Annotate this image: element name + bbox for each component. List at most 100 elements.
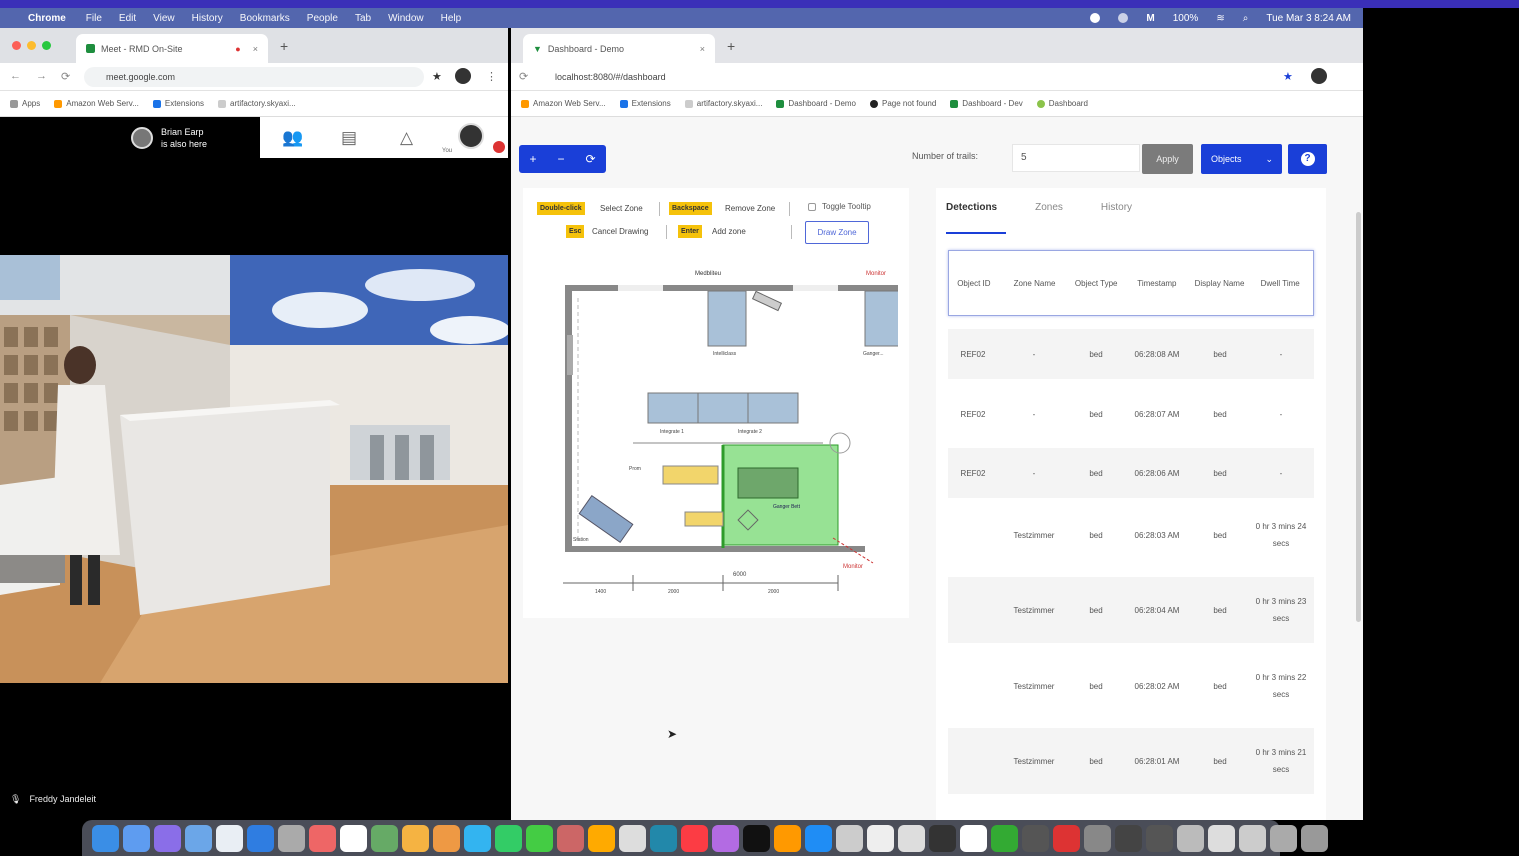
bed-top-right[interactable] bbox=[864, 290, 898, 347]
bed-top-left[interactable] bbox=[707, 290, 747, 347]
dock-app-icon[interactable] bbox=[681, 824, 708, 852]
table-row[interactable]: Testzimmer bed 06:28:02 AM bed 0 hr 3 mins 2… bbox=[948, 653, 1314, 719]
dock-app-icon[interactable] bbox=[1239, 824, 1266, 852]
menubar-app-name[interactable]: Chrome bbox=[28, 13, 66, 24]
dock-app-icon[interactable] bbox=[278, 824, 305, 852]
cart-small[interactable] bbox=[684, 511, 724, 527]
table-row[interactable]: Testzimmer bed 06:28:03 AM bed 0 hr 3 mins 2… bbox=[948, 502, 1314, 568]
dock-app-icon[interactable] bbox=[1301, 824, 1328, 852]
dock-app-icon[interactable] bbox=[216, 824, 243, 852]
bookmark-star-icon[interactable]: ★ bbox=[1283, 70, 1293, 83]
close-tab-icon[interactable]: × bbox=[253, 44, 258, 54]
table-row[interactable]: Testzimmer bed 06:28:04 AM bed 0 hr 3 mins 2… bbox=[948, 577, 1314, 643]
wifi-icon[interactable]: ≋ bbox=[1216, 13, 1224, 24]
toggle-tooltip-checkbox[interactable]: Toggle Tooltip bbox=[808, 202, 871, 211]
battery-level[interactable]: 100% bbox=[1173, 13, 1199, 24]
menu-edit[interactable]: Edit bbox=[119, 13, 136, 24]
column-header-timestamp[interactable]: Timestamp bbox=[1122, 275, 1192, 292]
bookmark-extensions[interactable]: Extensions bbox=[619, 99, 671, 108]
status-mail-icon[interactable]: M bbox=[1146, 13, 1154, 24]
column-header-object-type[interactable]: Object Type bbox=[1070, 275, 1122, 292]
dock-app-icon[interactable] bbox=[588, 824, 615, 852]
spotlight-search-icon[interactable]: ⌕ bbox=[1243, 13, 1249, 24]
more-menu-icon[interactable]: ⋮ bbox=[486, 70, 497, 83]
dock-app-icon[interactable] bbox=[743, 824, 770, 852]
profile-avatar[interactable] bbox=[455, 68, 471, 84]
dock-app-icon[interactable] bbox=[774, 824, 801, 852]
help-button[interactable]: ? bbox=[1288, 144, 1327, 174]
dock-app-icon[interactable] bbox=[1084, 824, 1111, 852]
close-window-icon[interactable] bbox=[12, 41, 21, 50]
dock-app-icon[interactable] bbox=[309, 824, 336, 852]
dock-app-icon[interactable] bbox=[960, 824, 987, 852]
tab-meet[interactable]: Meet - RMD On-Site ● × bbox=[76, 34, 268, 63]
dock-app-icon[interactable] bbox=[123, 824, 150, 852]
menu-bookmarks[interactable]: Bookmarks bbox=[240, 13, 290, 24]
menu-window[interactable]: Window bbox=[388, 13, 424, 24]
menu-history[interactable]: History bbox=[192, 13, 223, 24]
table-row[interactable]: REF02 - bed 06:28:08 AM bed - bbox=[948, 329, 1314, 379]
zoom-in-button[interactable]: + bbox=[529, 152, 536, 166]
reset-view-button[interactable]: ⟳ bbox=[585, 152, 595, 166]
self-avatar[interactable] bbox=[458, 123, 484, 149]
column-header-zone-name[interactable]: Zone Name bbox=[999, 275, 1071, 292]
zoom-out-button[interactable]: − bbox=[557, 152, 564, 166]
status-record-icon[interactable] bbox=[1090, 13, 1101, 23]
dock-app-icon[interactable] bbox=[464, 824, 491, 852]
bookmark-artifactory[interactable]: artifactory.skyaxi... bbox=[218, 99, 296, 108]
dock-app-icon[interactable] bbox=[154, 824, 181, 852]
mic-muted-icon[interactable]: 🎙 bbox=[10, 794, 21, 805]
bed-row[interactable] bbox=[647, 392, 799, 424]
bookmark-star-icon[interactable]: ★ bbox=[432, 70, 442, 83]
draw-zone-button[interactable]: Draw Zone bbox=[805, 221, 869, 244]
dock-app-icon[interactable] bbox=[557, 824, 584, 852]
dock-app-icon[interactable] bbox=[1022, 824, 1049, 852]
table-row[interactable]: Testzimmer bed 06:28:01 AM bed 0 hr 3 mins 2… bbox=[948, 728, 1314, 794]
menu-view[interactable]: View bbox=[153, 13, 175, 24]
tab-dashboard[interactable]: ▼ Dashboard - Demo × bbox=[523, 34, 715, 63]
dock-app-icon[interactable] bbox=[836, 824, 863, 852]
num-trails-input[interactable]: 5 bbox=[1012, 144, 1140, 172]
dock-app-icon[interactable] bbox=[495, 824, 522, 852]
dock-app-icon[interactable] bbox=[991, 824, 1018, 852]
menu-file[interactable]: File bbox=[86, 13, 102, 24]
zone-bed[interactable] bbox=[737, 467, 799, 499]
bookmark-artifactory[interactable]: artifactory.skyaxi... bbox=[684, 99, 762, 108]
tab-history[interactable]: History bbox=[1101, 202, 1132, 224]
dock-app-icon[interactable] bbox=[1115, 824, 1142, 852]
maximize-window-icon[interactable] bbox=[42, 41, 51, 50]
column-header-object-id[interactable]: Object ID bbox=[949, 275, 999, 292]
table-row[interactable]: REF02 - bed 06:28:06 AM bed - bbox=[948, 448, 1314, 498]
dock-app-icon[interactable] bbox=[340, 824, 367, 852]
objects-dropdown[interactable]: Objects ⌄ bbox=[1201, 144, 1282, 174]
minimize-window-icon[interactable] bbox=[27, 41, 36, 50]
apply-button[interactable]: Apply bbox=[1142, 144, 1193, 174]
dock-app-icon[interactable] bbox=[867, 824, 894, 852]
dock-app-icon[interactable] bbox=[929, 824, 956, 852]
reload-icon[interactable]: ⟳ bbox=[519, 70, 528, 83]
menu-people[interactable]: People bbox=[307, 13, 338, 24]
bookmark-dashboard-dev[interactable]: Dashboard - Dev bbox=[950, 99, 1023, 108]
status-sync-icon[interactable] bbox=[1118, 13, 1129, 23]
dock-app-icon[interactable] bbox=[92, 824, 119, 852]
dock-app-icon[interactable] bbox=[433, 824, 460, 852]
dock-app-icon[interactable] bbox=[1177, 824, 1204, 852]
cart-yellow[interactable] bbox=[662, 465, 719, 485]
page-scrollbar[interactable] bbox=[1356, 212, 1361, 622]
meet-url-field[interactable]: meet.google.com bbox=[84, 67, 424, 87]
menu-tab[interactable]: Tab bbox=[355, 13, 371, 24]
dock-app-icon[interactable] bbox=[185, 824, 212, 852]
menu-help[interactable]: Help bbox=[441, 13, 462, 24]
tab-detections[interactable]: Detections bbox=[946, 202, 997, 224]
dock-app-icon[interactable] bbox=[1146, 824, 1173, 852]
presenter-chip[interactable]: Brian Earp is also here bbox=[125, 117, 260, 158]
close-tab-icon[interactable]: × bbox=[700, 44, 705, 54]
bookmark-aws[interactable]: Amazon Web Serv... bbox=[521, 99, 606, 108]
column-header-dwell-time[interactable]: Dwell Time bbox=[1247, 275, 1313, 292]
new-tab-icon[interactable]: + bbox=[280, 38, 288, 54]
tab-zones[interactable]: Zones bbox=[1035, 202, 1063, 224]
dock-app-icon[interactable] bbox=[898, 824, 925, 852]
table-row[interactable]: REF02 - bed 06:28:07 AM bed - bbox=[948, 389, 1314, 439]
dock-app-icon[interactable] bbox=[650, 824, 677, 852]
floorplan-map[interactable]: Intelliclass Ganger... Medbliteu Monitor… bbox=[543, 263, 898, 598]
